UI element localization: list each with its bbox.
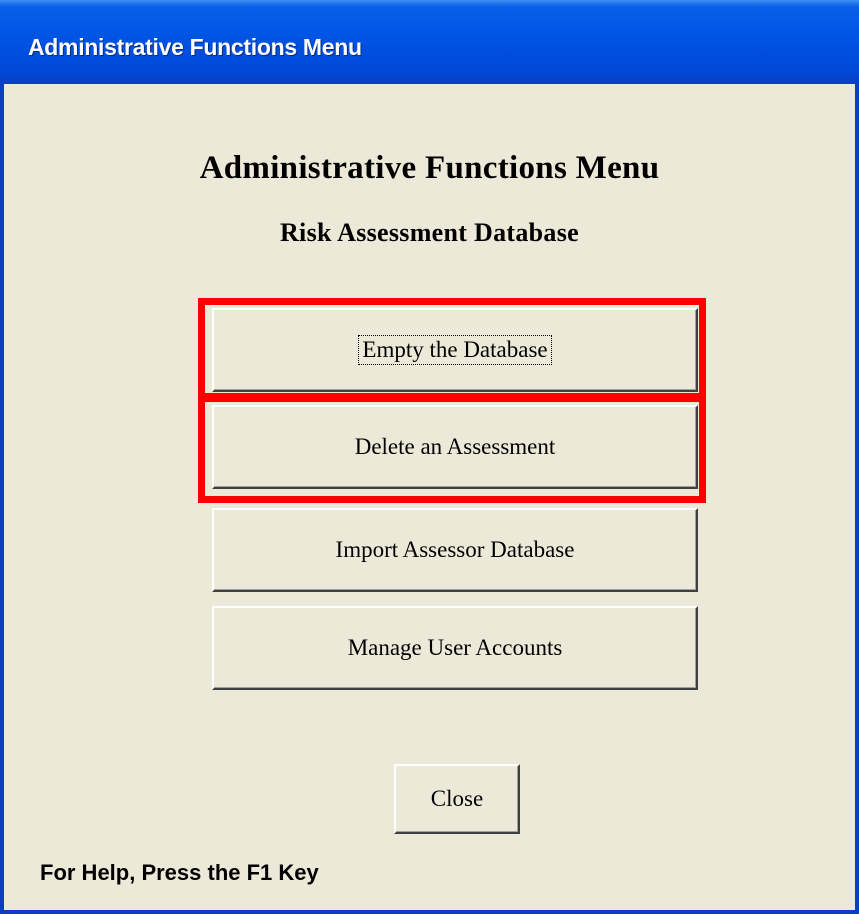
page-title: Administrative Functions Menu [199,150,660,186]
page-subtitle: Risk Assessment Database [279,218,579,247]
empty-database-label: Empty the Database [358,335,552,365]
import-assessor-database-label: Import Assessor Database [335,537,575,562]
title-bar[interactable]: Administrative Functions Menu [0,0,859,84]
close-button-label: Close [430,786,484,811]
manage-user-accounts-button[interactable]: Manage User Accounts [212,606,698,690]
empty-database-button[interactable]: Empty the Database [212,308,698,392]
delete-assessment-label: Delete an Assessment [354,434,556,459]
manage-user-accounts-label: Manage User Accounts [347,635,563,660]
window-title: Administrative Functions Menu [28,34,362,60]
import-assessor-database-button[interactable]: Import Assessor Database [212,508,698,592]
admin-functions-window: Administrative Functions Menu Administra… [0,0,859,914]
help-status-text: For Help, Press the F1 Key [40,860,319,885]
delete-assessment-button[interactable]: Delete an Assessment [212,405,698,489]
close-button[interactable]: Close [394,764,520,834]
